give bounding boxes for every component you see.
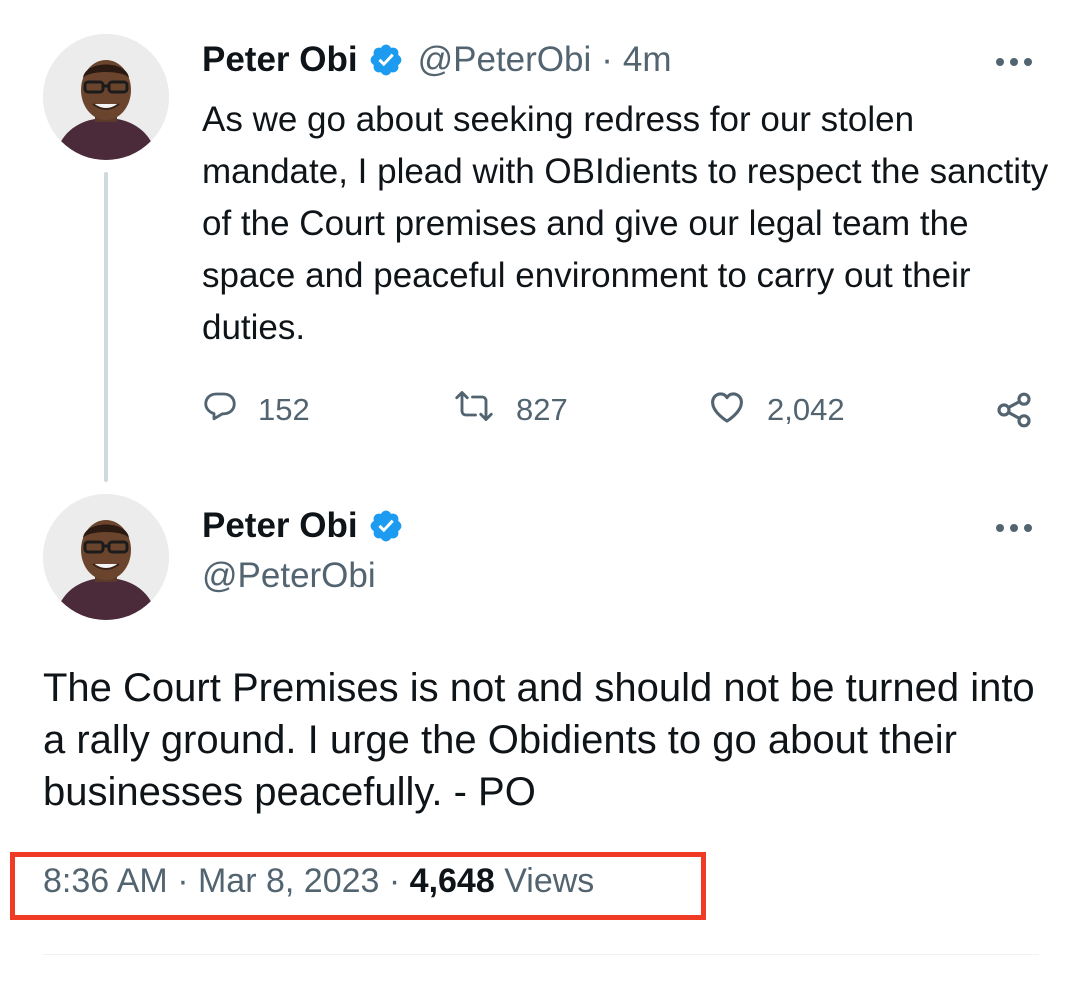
author-name[interactable]: Peter Obi xyxy=(202,506,358,546)
timestamp[interactable]: 4m xyxy=(623,40,672,80)
divider xyxy=(43,954,1039,955)
verified-badge-icon xyxy=(368,42,404,78)
share-icon xyxy=(994,390,1054,438)
avatar[interactable] xyxy=(43,494,169,620)
separator: · xyxy=(177,862,189,900)
heart-icon xyxy=(707,388,767,432)
share-button[interactable] xyxy=(994,390,1054,438)
tweet-meta: 8:36 AM · Mar 8, 2023 · 4,648 Views xyxy=(43,862,594,901)
thread-line xyxy=(104,172,108,482)
reply-button[interactable]: 152 xyxy=(202,388,310,432)
tweet2-header: Peter Obi xyxy=(202,506,404,546)
more-horizontal-icon[interactable] xyxy=(994,54,1034,70)
avatar[interactable] xyxy=(43,34,169,160)
tweet1-header: Peter Obi @PeterObi · 4m xyxy=(202,40,672,80)
views-count: 4,648 xyxy=(409,862,495,900)
retweet-count: 827 xyxy=(516,392,568,427)
views-label: Views xyxy=(504,862,595,900)
author-handle[interactable]: @PeterObi xyxy=(202,556,376,596)
tweet-time[interactable]: 8:36 AM xyxy=(43,862,168,900)
separator: · xyxy=(388,862,401,900)
author-handle[interactable]: @PeterObi xyxy=(418,40,592,80)
separator: · xyxy=(601,40,613,79)
reply-count: 152 xyxy=(258,392,310,427)
like-button[interactable]: 2,042 xyxy=(707,388,845,432)
retweet-button[interactable]: 827 xyxy=(452,388,568,432)
like-count: 2,042 xyxy=(767,392,845,427)
tweet-text: The Court Premises is not and should not… xyxy=(43,666,1035,814)
tweet-date[interactable]: Mar 8, 2023 xyxy=(198,862,379,900)
reply-icon xyxy=(202,388,258,432)
tweet-actions: 152 827 2,042 xyxy=(202,388,1042,434)
author-name[interactable]: Peter Obi xyxy=(202,40,358,80)
retweet-icon xyxy=(452,388,516,432)
more-horizontal-icon[interactable] xyxy=(994,520,1034,536)
tweet-text: As we go about seeking redress for our s… xyxy=(202,100,1049,347)
verified-badge-icon xyxy=(368,508,404,544)
